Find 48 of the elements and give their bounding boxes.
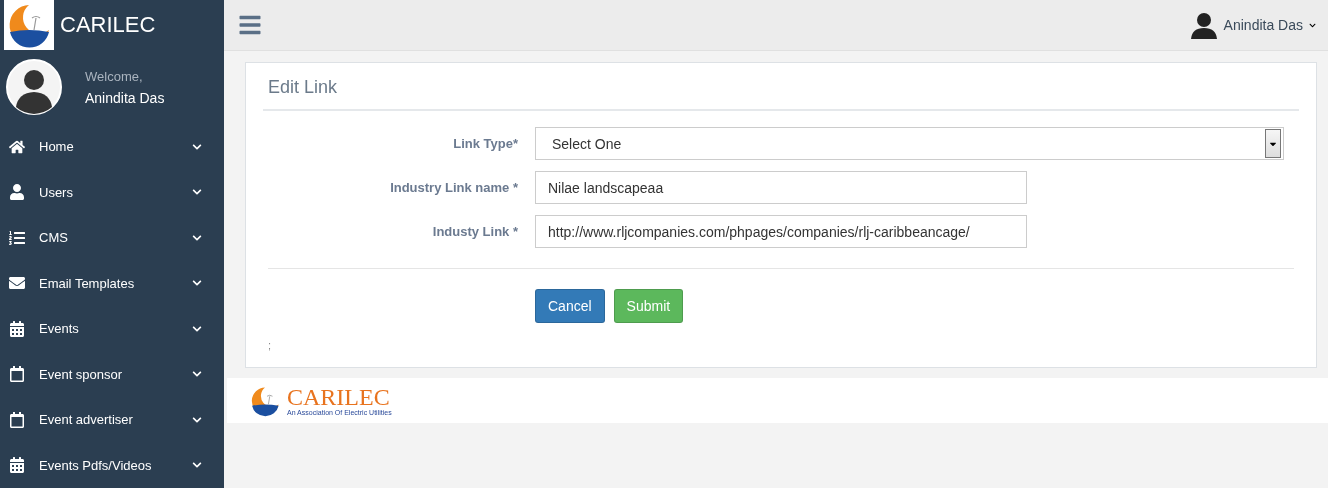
sidebar-item-label: Event advertiser [39, 412, 134, 428]
select-field[interactable]: Select One [535, 127, 1284, 160]
chevron-down-icon [192, 323, 202, 334]
sidebar-item-label: Email Templates [39, 275, 136, 291]
input-field[interactable]: http://www.rljcompanies.com/phpages/companies/rlj-caribbeancage/ [535, 215, 1027, 248]
field-label: Link Type* [452, 136, 518, 151]
sidebar-item-label: Home [39, 139, 75, 155]
note-text: ; [268, 339, 273, 351]
sidebar-item-label: Events Pdfs/Videos [39, 457, 153, 473]
input-field[interactable]: Nilae landscapeaa [535, 171, 1027, 204]
sidebar-item[interactable]: Users [0, 169, 224, 215]
menu-item-icon [9, 184, 27, 201]
menu-icon[interactable] [238, 13, 262, 37]
field-label: Industry Link name * [389, 180, 518, 195]
chevron-down-icon [1309, 21, 1316, 29]
avatar-icon [1189, 11, 1218, 39]
sidebar-item[interactable]: Events Pdfs/Videos [0, 442, 224, 488]
caret-down-icon [1265, 129, 1281, 158]
sidebar-item[interactable]: Email Templates [0, 260, 224, 306]
menu-item-icon [9, 411, 27, 428]
sidebar-item[interactable]: Events [0, 306, 224, 352]
brand-name: CARILEC [60, 12, 156, 38]
chevron-down-icon [192, 414, 202, 425]
menu-item-icon [9, 275, 27, 292]
user-name: Anindita Das [85, 89, 165, 106]
sidebar-item[interactable]: CMS [0, 215, 224, 261]
user-menu[interactable]: Anindita Das [1223, 17, 1303, 33]
menu-item-icon [9, 229, 27, 246]
cancel-button[interactable]: Cancel [535, 289, 605, 323]
sidebar-item-label: Events [39, 321, 80, 337]
menu-item-icon [9, 457, 27, 474]
sidebar-item[interactable]: Event advertiser [0, 397, 224, 443]
sidebar-item[interactable]: Event sponsor [0, 351, 224, 397]
sidebar-item[interactable]: Home [0, 124, 224, 170]
sidebar-item-label: Event sponsor [39, 366, 124, 382]
chevron-down-icon [192, 232, 202, 243]
menu-item-icon [9, 138, 27, 155]
chevron-down-icon [192, 141, 202, 152]
field-label: Industy Link * [431, 224, 518, 239]
card-title: Edit Link [263, 77, 1299, 111]
menu-item-icon [9, 320, 27, 337]
footer-brand: CARILEC [287, 385, 391, 409]
avatar-icon [6, 59, 62, 115]
menu-item-icon [9, 366, 27, 383]
welcome-text: Welcome, [85, 68, 144, 84]
sidebar-item-label: CMS [39, 230, 69, 246]
sidebar-item-label: Users [39, 184, 74, 200]
logo-icon [4, 0, 54, 50]
